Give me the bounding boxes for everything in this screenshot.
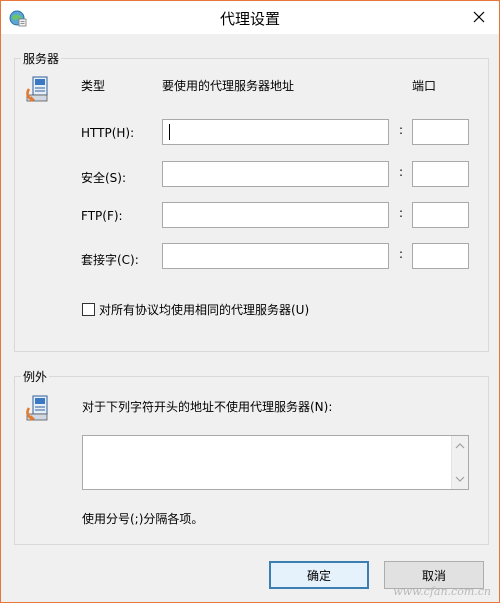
- exceptions-scrollbar[interactable]: [451, 436, 468, 489]
- title-bar: 代理设置: [1, 1, 499, 34]
- socks-label: 套接字(C):: [81, 253, 139, 267]
- ftp-port-input[interactable]: [412, 202, 469, 228]
- exceptions-hint: 使用分号(;)分隔各项。: [82, 512, 204, 526]
- column-header-address: 要使用的代理服务器地址: [162, 79, 295, 93]
- scroll-up-icon[interactable]: [455, 442, 465, 450]
- ok-button[interactable]: 确定: [269, 561, 369, 589]
- secure-port-input[interactable]: [412, 161, 469, 187]
- window-title: 代理设置: [219, 10, 280, 28]
- watermark: www.cfan.com.cn: [393, 585, 491, 598]
- http-label: HTTP(H):: [81, 126, 135, 140]
- exceptions-textarea[interactable]: [82, 435, 469, 490]
- same-proxy-checkbox[interactable]: [82, 303, 95, 316]
- text-cursor: [169, 124, 170, 140]
- scroll-down-icon[interactable]: [455, 475, 465, 483]
- column-header-type: 类型: [81, 79, 106, 93]
- exceptions-description: 对于下列字符开头的地址不使用代理服务器(N):: [82, 400, 333, 414]
- secure-colon: :: [399, 165, 404, 179]
- close-icon: [473, 11, 485, 23]
- http-address-input[interactable]: [162, 119, 389, 145]
- exceptions-group-label: 例外: [21, 368, 50, 385]
- socks-address-input[interactable]: [162, 243, 389, 269]
- secure-address-input[interactable]: [162, 161, 389, 187]
- socks-port-input[interactable]: [412, 243, 469, 269]
- ftp-colon: :: [399, 206, 404, 220]
- servers-group: 服务器 类型 要使用的代理服务器地址 端口 HTTP(H): : 安全(S): …: [14, 50, 489, 352]
- proxy-exceptions-icon: [26, 395, 48, 421]
- close-button[interactable]: [465, 3, 493, 31]
- column-header-port: 端口: [412, 79, 437, 93]
- proxy-settings-dialog: 代理设置 服务器 类型 要使用的代理服务器地址 端口 HTTP(H): : 安全…: [0, 0, 500, 603]
- exceptions-group: 例外 对于下列字符开头的地址不使用代理服务器(N): 使用分号(;)分隔各项。: [14, 368, 489, 545]
- http-port-input[interactable]: [412, 119, 469, 145]
- secure-label: 安全(S):: [81, 171, 127, 185]
- proxy-server-icon: [26, 76, 48, 102]
- ftp-address-input[interactable]: [162, 202, 389, 228]
- http-colon: :: [399, 123, 404, 137]
- socks-colon: :: [399, 247, 404, 261]
- same-proxy-checkbox-label[interactable]: 对所有协议均使用相同的代理服务器(U): [99, 301, 309, 318]
- ftp-label: FTP(F):: [81, 209, 123, 223]
- servers-group-label: 服务器: [21, 50, 62, 67]
